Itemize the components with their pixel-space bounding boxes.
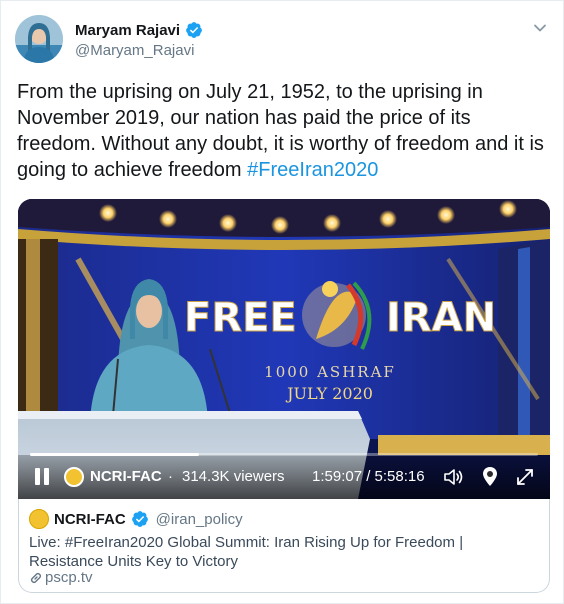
chevron-down-icon[interactable] [531, 19, 549, 37]
tweet-card: Maryam Rajavi @Maryam_Rajavi From the up… [0, 0, 564, 604]
author-name-row: Maryam Rajavi [75, 21, 203, 39]
channel-avatar[interactable] [64, 467, 84, 487]
link-preview-card[interactable]: NCRI-FAC @iran_policy Live: #FreeIran202… [18, 499, 550, 593]
avatar[interactable] [15, 15, 63, 63]
link-card-name: NCRI-FAC [54, 510, 126, 528]
banner-subtitle: 1000 ASHRAF [264, 363, 396, 381]
banner-iran: IRAN [386, 295, 496, 341]
link-card-domain-row: pscp.tv [29, 569, 93, 586]
link-card-author-row: NCRI-FAC @iran_policy [29, 509, 243, 529]
progress-fill [30, 453, 199, 456]
verified-badge-icon [131, 510, 149, 528]
progress-track[interactable] [30, 453, 538, 456]
author-handle[interactable]: @Maryam_Rajavi [75, 42, 194, 59]
separator-dot: · [168, 468, 173, 485]
tweet-header: Maryam Rajavi @Maryam_Rajavi [15, 15, 551, 67]
verified-badge-icon [185, 21, 203, 39]
channel-name[interactable]: NCRI-FAC [90, 468, 162, 485]
link-card-handle: @iran_policy [155, 510, 243, 528]
tweet-text: From the uprising on July 21, 1952, to t… [17, 79, 549, 183]
link-card-avatar [29, 509, 49, 529]
banner-date: JULY 2020 [285, 384, 373, 403]
expand-icon[interactable] [514, 466, 536, 488]
viewer-count: 314.3K viewers [182, 468, 285, 485]
video-player[interactable]: FREE IRAN 1000 ASHRAF JULY 2020 NCRI-FAC… [18, 199, 550, 499]
banner-free: FREE [184, 295, 297, 341]
link-icon [29, 571, 43, 585]
volume-icon[interactable] [442, 466, 464, 488]
playback-time: 1:59:07 / 5:58:16 [312, 468, 425, 485]
hashtag-link[interactable]: #FreeIran2020 [247, 159, 378, 181]
pause-icon[interactable] [32, 467, 52, 487]
location-pin-icon[interactable] [480, 465, 500, 489]
display-name[interactable]: Maryam Rajavi [75, 22, 180, 39]
player-controls: NCRI-FAC · 314.3K viewers 1:59:07 / 5:58… [18, 453, 550, 499]
link-card-domain: pscp.tv [45, 569, 93, 586]
link-card-description: Live: #FreeIran2020 Global Summit: Iran … [29, 534, 464, 570]
